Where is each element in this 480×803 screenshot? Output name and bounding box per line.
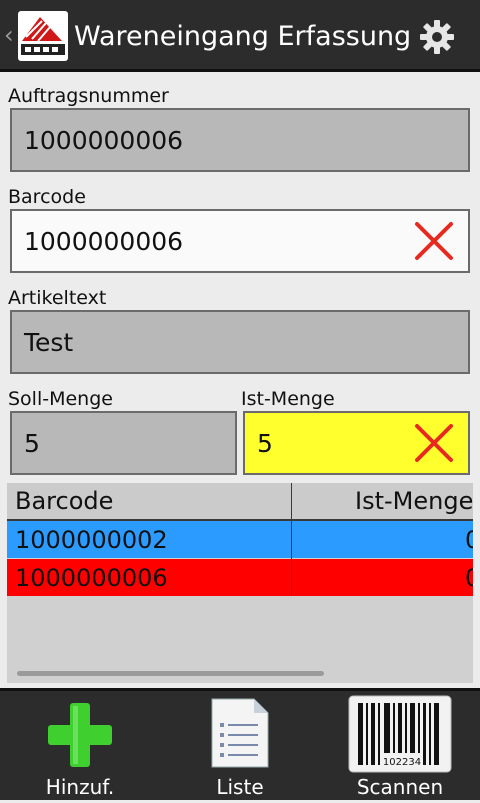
plus-icon [48,703,112,767]
target-qty-label: Soll-Menge [8,388,113,410]
barcode-value: 1000000006 [24,226,184,256]
actual-qty-value: 5 [257,428,273,458]
row-barcode: 1000000002 [15,525,168,554]
back-icon[interactable]: ‹ [4,20,14,50]
order-number-label: Auftragsnummer [8,85,169,107]
barcode-label: Barcode [8,186,86,208]
target-qty-value: 5 [24,428,40,458]
article-text-label: Artikeltext [8,287,107,309]
actual-qty-label: Ist-Menge [241,388,335,410]
add-button-label: Hinzuf. [45,775,115,799]
scan-button-label: Scannen [356,775,444,799]
bottom-action-bar: Hinzuf. Liste 102234 Scannen [0,688,480,800]
order-number-field[interactable]: 1000000006 [10,108,470,172]
page-title: Wareneingang Erfassung [74,21,412,52]
row-qty: 0 [465,563,473,592]
table-header: Barcode Ist-Menge [7,483,473,521]
barcode-icon: 102234 [348,695,452,773]
app-logo-icon[interactable] [18,11,68,61]
table-row[interactable]: 1000000006 0 [7,559,473,596]
actual-qty-input[interactable]: 5 [243,411,470,475]
barcode-icon-number: 102234 [383,757,421,768]
table-row[interactable]: 1000000002 0 [7,521,473,558]
column-header-barcode[interactable]: Barcode [15,483,113,519]
clear-qty-icon[interactable] [414,423,454,463]
list-button-label: Liste [216,775,264,799]
items-table[interactable]: Barcode Ist-Menge 1000000002 0 100000000… [7,483,473,683]
add-button[interactable]: Hinzuf. [20,691,140,803]
order-number-value: 1000000006 [24,125,184,155]
column-divider [291,483,292,596]
target-qty-field[interactable]: 5 [10,411,237,475]
row-qty: 0 [465,525,473,554]
action-bar: ‹ Wareneingang Erfassung [0,0,480,72]
clear-barcode-icon[interactable] [414,221,454,261]
row-barcode: 1000000006 [15,563,168,592]
column-header-qty[interactable]: Ist-Menge [355,483,473,519]
gear-icon[interactable] [418,18,456,56]
barcode-input[interactable]: 1000000006 [10,209,470,273]
scan-button[interactable]: 102234 Scannen [340,691,460,803]
article-text-value: Test [24,327,74,357]
horizontal-scrollbar[interactable] [17,671,324,676]
list-button[interactable]: Liste [180,691,300,803]
list-document-icon [211,698,269,768]
article-text-field[interactable]: Test [10,310,470,374]
